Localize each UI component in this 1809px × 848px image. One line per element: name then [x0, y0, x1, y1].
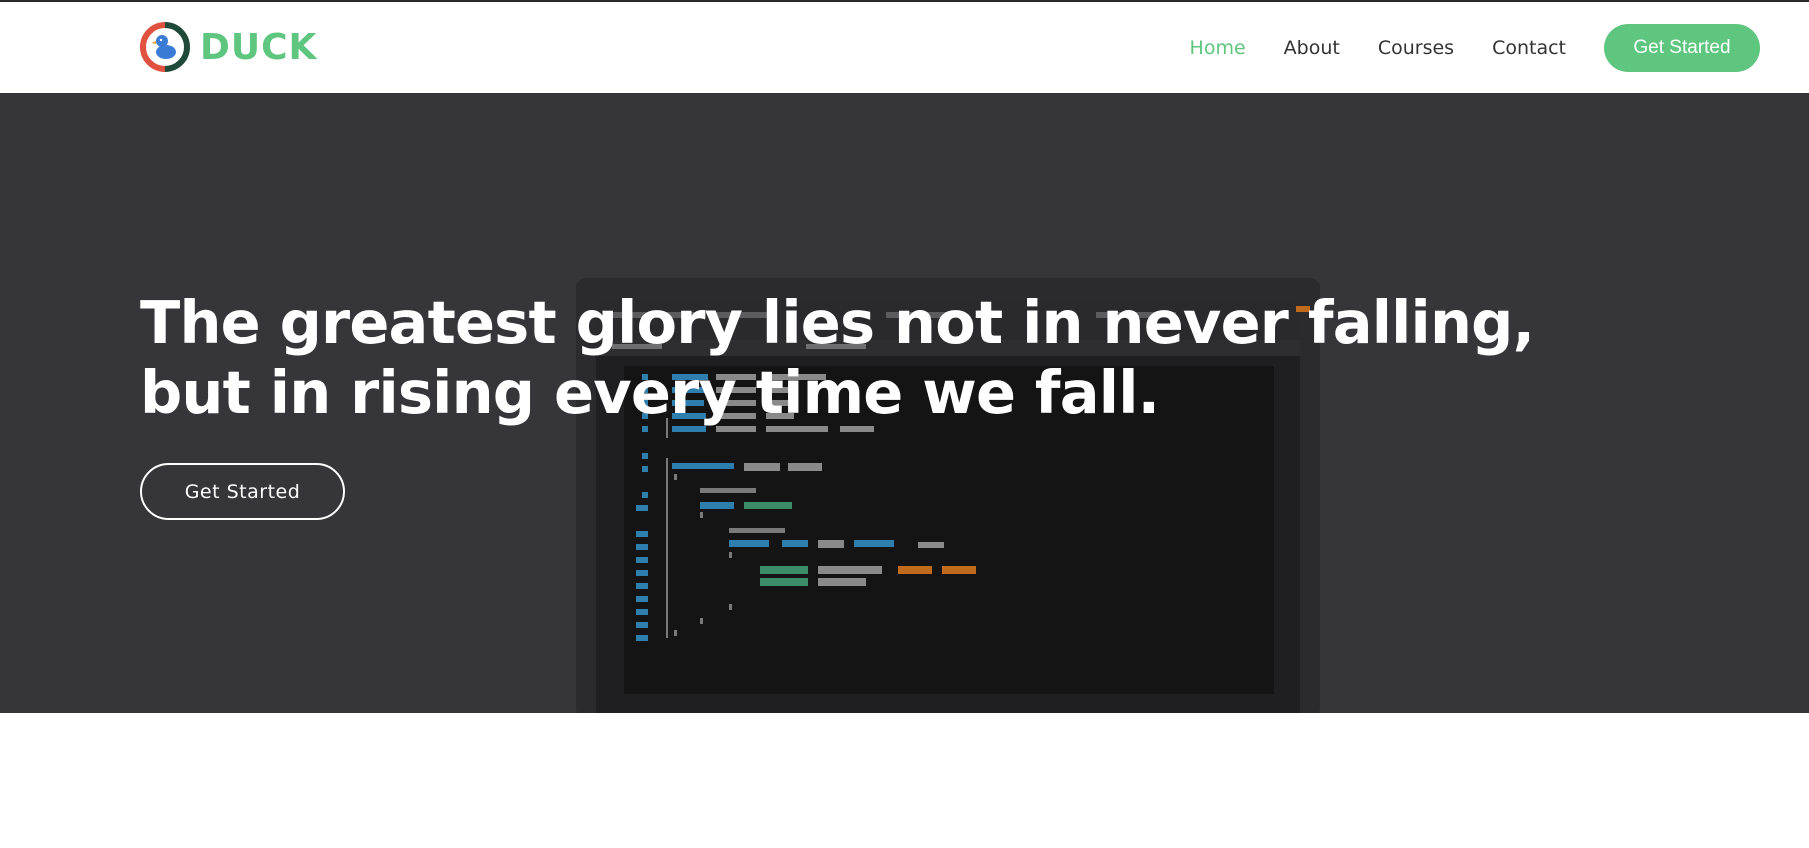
brand-name: DUCK [200, 26, 318, 68]
duck-icon [140, 22, 190, 72]
hero-title: The greatest glory lies not in never fal… [140, 288, 1535, 427]
header-get-started-button[interactable]: Get Started [1604, 24, 1760, 72]
nav-link-courses[interactable]: Courses [1378, 37, 1454, 59]
main-nav: Home About Courses Contact Get Started [1190, 24, 1760, 72]
hero-get-started-button[interactable]: Get Started [140, 463, 345, 520]
site-header: DUCK Home About Courses Contact Get Star… [0, 2, 1809, 93]
nav-link-home[interactable]: Home [1190, 37, 1246, 59]
nav-link-about[interactable]: About [1284, 37, 1340, 59]
logo[interactable]: DUCK [140, 22, 317, 72]
hero-section: The greatest glory lies not in never fal… [0, 93, 1809, 713]
nav-link-contact[interactable]: Contact [1492, 37, 1566, 59]
